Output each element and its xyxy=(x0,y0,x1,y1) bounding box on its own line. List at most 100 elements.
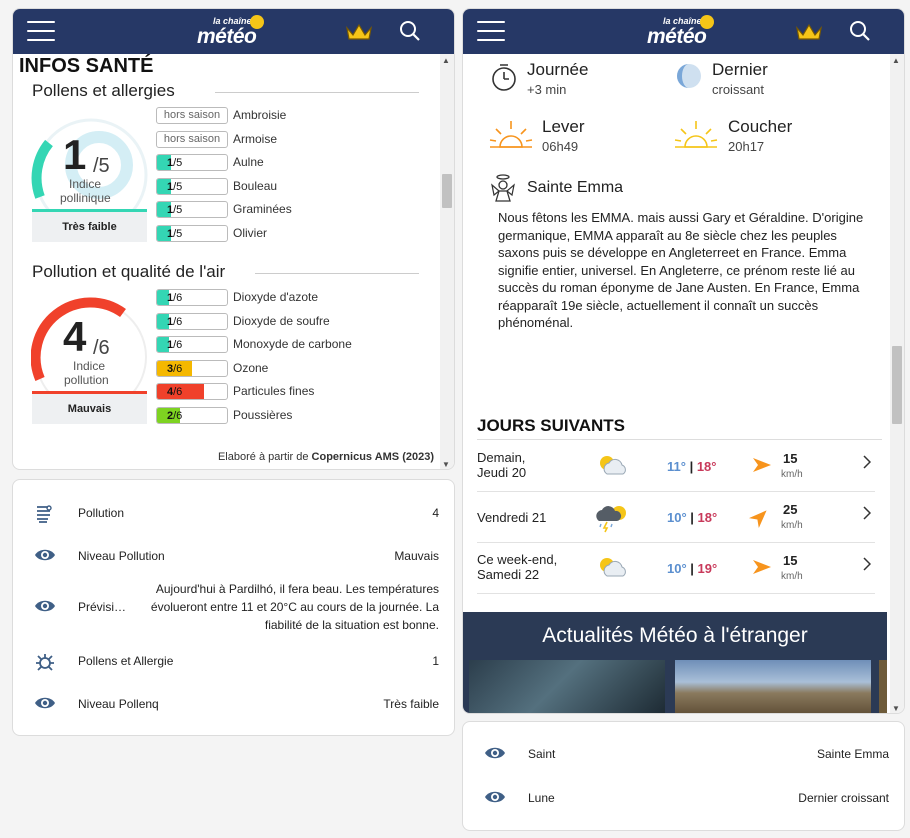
temp-max: 19° xyxy=(697,561,718,576)
search-icon[interactable] xyxy=(399,20,421,42)
info-label: Prévisi… xyxy=(78,600,127,614)
pollutant-badge: 2/6 xyxy=(156,407,228,424)
pollution-index-max: /6 xyxy=(93,337,110,359)
scroll-up-icon[interactable]: ▲ xyxy=(892,56,900,65)
pollen-name: Ambroisie xyxy=(233,108,287,122)
chevron-right-icon[interactable] xyxy=(863,506,872,525)
right-scrollbar[interactable]: ▲ ▼ xyxy=(890,54,904,713)
source-credit: Elaboré à partir de Copernicus AMS (2023… xyxy=(217,451,434,463)
wind-direction-icon xyxy=(753,458,771,477)
news-image-3[interactable] xyxy=(879,660,887,713)
menu-icon[interactable] xyxy=(477,21,505,41)
allergy-icon xyxy=(34,652,58,672)
search-icon[interactable] xyxy=(849,20,871,42)
info-row[interactable]: Niveau Pollution Mauvais xyxy=(13,537,454,575)
forecast-row[interactable]: Vendredi 21 10° | 18° 25 km/h xyxy=(477,493,875,543)
forecast-temps: 10° | 19° xyxy=(667,561,717,576)
divider xyxy=(255,273,419,274)
pollen-badge: 1/5 xyxy=(156,201,228,219)
scroll-up-icon[interactable]: ▲ xyxy=(442,56,450,65)
info-label: Pollens et Allergie xyxy=(78,654,174,668)
news-image-2[interactable] xyxy=(675,660,871,713)
pollutant-name: Poussières xyxy=(233,408,293,422)
temp-separator: | xyxy=(686,561,698,576)
info-row[interactable]: Pollution 4 xyxy=(13,494,454,532)
logo[interactable]: la chaîne météo xyxy=(195,15,265,49)
moon-title: Dernier xyxy=(712,60,768,79)
wind-unit: km/h xyxy=(781,571,803,582)
logo[interactable]: la chaîne météo xyxy=(645,15,715,49)
eye-icon xyxy=(34,547,58,567)
pollutant-badge: 3/6 xyxy=(156,359,228,377)
wind-unit: km/h xyxy=(781,520,803,531)
forecast-date: Samedi 22 xyxy=(477,567,540,582)
pollution-index-value: 4 xyxy=(63,313,87,360)
sunrise-time: 06h49 xyxy=(542,139,579,154)
pollens-title: Pollens et allergies xyxy=(32,81,175,100)
info-row[interactable]: Niveau Pollenq Très faible xyxy=(13,685,454,723)
news-image-1[interactable] xyxy=(469,660,665,713)
info-row[interactable]: Saint Sainte Emma xyxy=(463,735,904,773)
pollen-index-value: 1 xyxy=(63,131,87,178)
pollutant-name: Ozone xyxy=(233,360,269,375)
scroll-thumb[interactable] xyxy=(442,174,452,208)
scroll-thumb[interactable] xyxy=(892,346,902,424)
pollutant-badge: 1/6 xyxy=(156,336,228,354)
pollution-level-label: Mauvais xyxy=(32,394,147,424)
info-row[interactable]: Prévisi… Aujourd'hui à Pardilhó, il fera … xyxy=(13,574,454,640)
pollen-index-label: Indice xyxy=(69,177,102,191)
info-value: Mauvais xyxy=(394,549,439,563)
eye-icon xyxy=(484,745,508,765)
wind-direction-icon xyxy=(748,505,775,531)
forecast-day: Demain, xyxy=(477,450,526,465)
pollutant-name: Dioxyde de soufre xyxy=(233,313,330,328)
forecast-temps: 10° | 18° xyxy=(667,510,717,525)
right-info-card: Saint Sainte Emma Lune Dernier croissant xyxy=(462,721,905,831)
moon-sub: croissant xyxy=(712,82,765,97)
menu-icon[interactable] xyxy=(27,21,55,41)
pollen-badge: 1/5 xyxy=(156,154,228,172)
pollution-title: Pollution et qualité de l'air xyxy=(32,262,226,281)
forecast-day: Ce week-end, xyxy=(477,552,558,567)
pollen-level-label: Très faible xyxy=(32,212,147,242)
chevron-right-icon[interactable] xyxy=(863,455,872,474)
pollutant-value: 4/6 xyxy=(167,386,183,399)
news-section: Actualités Météo à l'étranger xyxy=(463,612,887,713)
crown-icon[interactable] xyxy=(345,22,373,42)
pollen-index-label-2: pollinique xyxy=(60,191,111,205)
saint-description: Nous fêtons les EMMA. mais aussi Gary et… xyxy=(498,210,864,330)
next-days-title: JOURS SUIVANTS xyxy=(477,416,625,435)
pollen-name: Graminées xyxy=(233,202,292,217)
info-value: 1 xyxy=(432,654,439,668)
pollutant-badge: 1/6 xyxy=(156,289,228,306)
info-row[interactable]: Pollens et Allergie 1 xyxy=(13,642,454,680)
day-length-sub: +3 min xyxy=(527,82,567,97)
day-length-title: Journée xyxy=(527,60,589,79)
pollen-badge: 1/5 xyxy=(156,225,228,242)
chevron-right-icon[interactable] xyxy=(863,557,872,576)
info-row[interactable]: Lune Dernier croissant xyxy=(463,779,904,817)
info-label: Niveau Pollenq xyxy=(78,697,159,711)
temp-min: 10° xyxy=(667,561,687,576)
forecast-row[interactable]: Demain, Jeudi 20 11° | 18° 15 km/h xyxy=(477,442,875,492)
left-scrollbar[interactable]: ▲ ▼ xyxy=(440,54,454,469)
divider xyxy=(477,439,882,440)
forecast-row[interactable]: Ce week-end, Samedi 22 10° | 19° 15 km/h xyxy=(477,544,875,594)
scroll-down-icon[interactable]: ▼ xyxy=(442,460,450,469)
left-panel: la chaîne météo INFOS SANTÉ Pollens et a… xyxy=(12,8,455,470)
pollution-index-label-2: pollution xyxy=(64,373,109,387)
pollen-name: Olivier xyxy=(233,226,268,240)
pollutant-value: 1/6 xyxy=(167,339,183,352)
pollen-badge: hors saison xyxy=(156,107,228,124)
saint-title: Sainte Emma xyxy=(527,179,624,196)
info-label: Saint xyxy=(528,747,556,761)
left-info-card: Pollution 4 Niveau Pollution Mauvais Prévisi… xyxy=(12,479,455,736)
crown-icon[interactable] xyxy=(795,22,823,42)
temp-min: 11° xyxy=(667,459,686,474)
app-header: la chaîne météo xyxy=(463,9,904,54)
scroll-down-icon[interactable]: ▼ xyxy=(892,704,900,713)
pollutant-name: Dioxyde d'azote xyxy=(233,290,319,304)
temp-min: 10° xyxy=(667,510,687,525)
pollutant-badge: 1/6 xyxy=(156,312,228,330)
section-title: INFOS SANTÉ xyxy=(19,55,154,77)
